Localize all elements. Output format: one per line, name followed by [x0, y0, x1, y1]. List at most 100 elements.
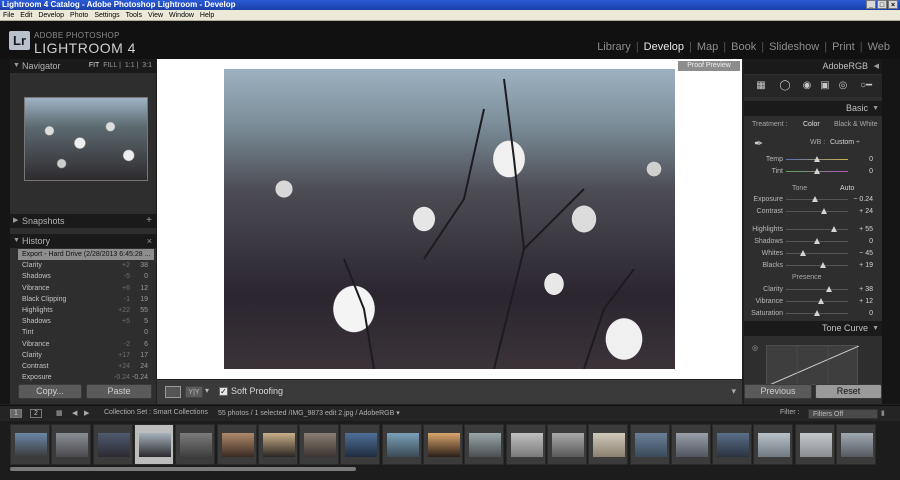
slider-thumb[interactable]	[821, 208, 828, 214]
filmstrip-thumbnail[interactable]	[10, 424, 50, 465]
slider-thumb[interactable]	[830, 226, 837, 232]
slider-value[interactable]: 0	[869, 309, 873, 319]
wb-dropdown[interactable]: Custom ÷	[830, 139, 860, 146]
menu-view[interactable]: View	[145, 10, 166, 20]
menu-edit[interactable]: Edit	[17, 10, 35, 20]
slider-thumb[interactable]	[825, 286, 832, 292]
history-item[interactable]: Contrast +24 24	[18, 361, 154, 372]
filmstrip-thumbnail[interactable]	[546, 424, 587, 465]
histogram-header[interactable]: AdobeRGB ◀	[744, 59, 882, 74]
copy-button[interactable]: Copy...	[18, 384, 82, 399]
forward-arrow-icon[interactable]: ▶	[84, 409, 89, 417]
slider-value[interactable]: + 19	[859, 261, 873, 271]
slider-value[interactable]: 0	[869, 155, 873, 165]
history-item[interactable]: Tint 0	[18, 327, 154, 338]
main-photo[interactable]	[224, 69, 675, 369]
module-library[interactable]: Library	[595, 41, 633, 53]
filmstrip-thumbnail[interactable]	[753, 424, 794, 465]
filmstrip-thumbnail[interactable]	[175, 424, 216, 465]
grid-view-icon[interactable]: ▦	[56, 409, 63, 417]
slider-whites[interactable]: Whites − 45	[744, 249, 882, 259]
slider-vibrance[interactable]: Vibrance + 12	[744, 297, 882, 307]
maximize-button[interactable]: □	[877, 0, 887, 9]
history-header[interactable]: ▼ History ×	[10, 234, 156, 248]
slider-contrast[interactable]: Contrast + 24	[744, 207, 882, 217]
history-item[interactable]: Vibrance -2 6	[18, 339, 154, 350]
slider-value[interactable]: + 38	[859, 285, 873, 295]
slider-value[interactable]: + 55	[859, 225, 873, 235]
module-print[interactable]: Print	[830, 41, 857, 53]
filmstrip-thumbnail[interactable]	[712, 424, 753, 465]
filter-lock-icon[interactable]: ▮	[881, 409, 885, 417]
slider-thumb[interactable]	[814, 238, 820, 244]
right-edge-strip[interactable]	[882, 59, 900, 404]
slider-thumb[interactable]	[814, 168, 820, 174]
filter-dropdown[interactable]: Filters Off	[808, 409, 878, 419]
module-book[interactable]: Book	[729, 41, 758, 53]
toolbar-content-caret-icon[interactable]: ▾	[731, 386, 736, 397]
minimize-button[interactable]: _	[866, 0, 876, 9]
filmstrip-thumbnail[interactable]	[92, 424, 133, 465]
module-web[interactable]: Web	[866, 41, 892, 53]
filmstrip-thumbnail[interactable]	[505, 424, 546, 465]
clear-history-button[interactable]: ×	[147, 234, 152, 248]
basic-header[interactable]: Basic ▼	[744, 101, 882, 116]
slider-shadows[interactable]: Shadows 0	[744, 237, 882, 247]
slider-tint[interactable]: Tint 0	[744, 167, 882, 177]
treatment-color-option[interactable]: Color	[803, 121, 820, 128]
filmstrip-thumbnail[interactable]	[794, 424, 835, 465]
slider-track[interactable]	[786, 265, 848, 266]
soft-proofing-checkbox[interactable]: ✓	[219, 387, 228, 396]
targeted-adjustment-icon[interactable]: ◎	[752, 344, 758, 352]
slider-value[interactable]: 0	[869, 237, 873, 247]
slider-blacks[interactable]: Blacks + 19	[744, 261, 882, 271]
loupe-view-icon[interactable]	[165, 386, 181, 398]
source-label[interactable]: Collection Set : Smart Collections	[104, 409, 208, 416]
filmstrip-thumbnail[interactable]	[51, 424, 92, 465]
slider-temp[interactable]: Temp 0	[744, 155, 882, 165]
photo-info-label[interactable]: 55 photos / 1 selected /IMG_9873 edit 2.…	[218, 409, 400, 417]
history-item[interactable]: Clarity +17 17	[18, 350, 154, 361]
add-snapshot-button[interactable]: +	[146, 214, 152, 228]
graduated-filter-icon[interactable]: ◎	[836, 80, 850, 92]
zoom-1-1[interactable]: 1:1	[125, 62, 135, 69]
filmstrip-thumbnail[interactable]	[629, 424, 670, 465]
left-edge-strip[interactable]	[0, 59, 10, 404]
red-eye-icon[interactable]: ▣	[818, 80, 832, 92]
before-after-view-button[interactable]: Y|Y	[185, 386, 203, 398]
paste-button[interactable]: Paste	[86, 384, 152, 399]
filmstrip-thumbnail[interactable]	[836, 424, 876, 465]
slider-value[interactable]: − 0.24	[853, 195, 873, 205]
slider-exposure[interactable]: Exposure − 0.24	[744, 195, 882, 205]
navigator-header[interactable]: ▼ Navigator FIT FILL | 1:1 | 3:1	[10, 59, 156, 73]
zoom-fill[interactable]: FILL	[103, 62, 117, 69]
slider-value[interactable]: − 45	[859, 249, 873, 259]
filmstrip-thumbnail[interactable]	[381, 424, 422, 465]
filmstrip-thumbnail[interactable]	[216, 424, 257, 465]
grid-overlay-icon[interactable]: ▦	[754, 80, 768, 92]
slider-value[interactable]: + 24	[859, 207, 873, 217]
back-arrow-icon[interactable]: ◀	[72, 409, 77, 417]
previous-button[interactable]: Previous	[744, 384, 812, 399]
slider-thumb[interactable]	[820, 262, 827, 268]
history-item[interactable]: Black Clipping -1 19	[18, 294, 154, 305]
treatment-bw-option[interactable]: Black & White	[834, 121, 878, 128]
history-item[interactable]: Export - Hard Drive (2/28/2013 6:45:28 .…	[18, 249, 154, 261]
menu-photo[interactable]: Photo	[67, 10, 91, 20]
zoom-3-1[interactable]: 3:1	[142, 62, 152, 69]
tone-curve-graph[interactable]	[766, 345, 860, 387]
auto-tone-button[interactable]: Auto	[840, 185, 854, 192]
slider-thumb[interactable]	[817, 298, 824, 304]
slider-thumb[interactable]	[814, 156, 820, 162]
eyedropper-icon[interactable]: ✒	[754, 137, 763, 150]
menu-settings[interactable]: Settings	[91, 10, 122, 20]
filmstrip-scrollbar[interactable]	[10, 467, 356, 471]
reset-button[interactable]: Reset	[815, 384, 882, 399]
filmstrip-thumbnail[interactable]	[299, 424, 340, 465]
history-item[interactable]: Vibrance +6 12	[18, 283, 154, 294]
filmstrip-thumbnail[interactable]	[464, 424, 505, 465]
slider-thumb[interactable]	[799, 250, 806, 256]
menu-help[interactable]: Help	[197, 10, 217, 20]
slider-track[interactable]	[786, 229, 848, 230]
slider-thumb[interactable]	[814, 310, 820, 316]
